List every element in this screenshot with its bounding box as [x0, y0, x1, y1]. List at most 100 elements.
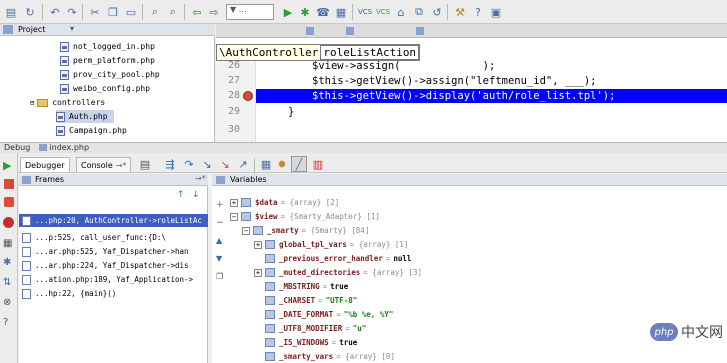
tree-file-prov-city-pool[interactable]: prov_city_pool.php — [60, 68, 160, 81]
resume-icon[interactable]: ▶ — [3, 159, 15, 172]
cut-icon[interactable]: ✂ — [87, 4, 103, 20]
breadcrumb-class[interactable]: \AuthController — [217, 46, 320, 59]
revert-icon[interactable]: ↺ — [429, 4, 445, 20]
vcs-commit-icon[interactable]: VCS — [375, 4, 391, 20]
expand-icon[interactable]: + — [230, 198, 238, 207]
evaluate-icon[interactable]: ▦ — [258, 156, 274, 172]
collapse-icon[interactable]: − — [230, 212, 238, 221]
tree-file-not-logged-in[interactable]: not_logged_in.php — [60, 40, 155, 53]
restore-layout-icon[interactable]: ⇅ — [3, 277, 15, 289]
copy-icon[interactable]: ❐ — [105, 4, 121, 20]
breadcrumb-method[interactable]: roleListAction — [320, 45, 420, 60]
tree-file-campaign[interactable]: Campaign.php — [56, 124, 127, 137]
variable-row[interactable]: _UTF8_MODIFIER = "u" — [265, 322, 366, 335]
variable-row[interactable]: + _muted_directories = {array} [3] — [254, 266, 422, 279]
open-icon[interactable]: ▤ — [3, 4, 19, 20]
tab-debugger[interactable]: Debugger — [20, 157, 70, 172]
settings-icon[interactable]: ✱ — [3, 257, 15, 269]
file-tab-icon[interactable] — [306, 27, 314, 35]
copy-icon[interactable]: ❐ — [216, 272, 223, 281]
clear-icon[interactable]: ▥ — [310, 156, 326, 172]
code-line[interactable]: $this->getView()->display('auth/role_lis… — [312, 90, 615, 102]
code-line[interactable]: } — [288, 106, 294, 118]
panel-menu-icon[interactable]: →* — [195, 174, 206, 183]
frame-row[interactable]: ...ation.php:189, Yaf_Application-> — [19, 273, 208, 286]
paste-icon[interactable]: ▭ — [123, 4, 139, 20]
breakpoint-icon[interactable] — [243, 91, 253, 101]
variable-row[interactable]: _DATE_FORMAT = "%b %e, %Y" — [265, 308, 393, 321]
expand-icon[interactable]: + — [254, 268, 262, 277]
dropdown-arrow-icon[interactable]: ▾ — [70, 24, 74, 33]
show-execution-point-icon[interactable]: ⇶ — [162, 156, 178, 172]
variable-row[interactable]: + global_tpl_vars = {array} [1] — [254, 238, 408, 251]
php-file-icon — [38, 144, 47, 151]
frame-row[interactable]: ...php:20, AuthController->roleListAc — [19, 214, 208, 227]
code-editor[interactable]: 26 $view->assign( ); 27 $this->getView()… — [216, 24, 727, 142]
tree-file-weibo-config[interactable]: weibo_config.php — [60, 82, 150, 95]
variable-row[interactable]: _smarty_vars = {array} [0] — [265, 350, 395, 363]
tab-console[interactable]: Console →* — [76, 157, 132, 172]
tree-file-perm-platform[interactable]: perm_platform.php — [60, 54, 155, 67]
variable-row[interactable]: − $view = {Smarty_Adapter} [1] — [230, 210, 380, 223]
frame-row[interactable]: ...p:525, call_user_func:{D:\ — [19, 231, 208, 244]
coverage-icon[interactable]: ▦ — [333, 4, 349, 20]
sync-icon[interactable]: ↻ — [22, 4, 38, 20]
settings-icon[interactable]: ⚒ — [452, 4, 468, 20]
variable-row[interactable]: _CHARSET = "UTF-8" — [265, 294, 357, 307]
tree-folder-controllers[interactable]: ⊟ controllers — [30, 96, 105, 109]
code-line[interactable]: $view->assign( ); — [312, 60, 495, 72]
frame-row[interactable]: ...hp:22, {main}() — [19, 287, 208, 300]
file-tab-icon[interactable] — [416, 27, 424, 35]
layout-icon[interactable]: ▤ — [137, 156, 153, 172]
debug-icon[interactable]: ✱ — [297, 4, 313, 20]
frame-up-icon[interactable]: ↑ — [177, 190, 185, 200]
collapse-icon[interactable]: ⊟ — [30, 99, 34, 107]
structure-icon[interactable]: ▣ — [488, 4, 504, 20]
back-icon[interactable]: ⇦ — [189, 4, 205, 20]
stop-icon[interactable] — [4, 179, 14, 189]
variable-row[interactable]: − _smarty = {Smarty} [84] — [242, 224, 369, 237]
frame-label: ...ar.php:224, Yaf_Dispatcher->dis — [35, 261, 189, 270]
mute-breakpoints-icon[interactable]: ╱ — [291, 156, 307, 172]
watch-icon[interactable]: ✹ — [274, 156, 290, 172]
php-file-icon — [60, 55, 69, 66]
step-over-icon[interactable]: ↷ — [181, 156, 197, 172]
move-up-icon[interactable]: ▲ — [216, 236, 222, 245]
breakpoints-icon[interactable] — [4, 197, 14, 207]
code-line[interactable]: $this->getView()->assign("leftmenu_id", … — [312, 75, 596, 87]
run-icon[interactable]: ▶ — [280, 4, 296, 20]
replace-icon[interactable]: ⌕ — [165, 4, 181, 20]
remove-watch-icon[interactable]: − — [216, 218, 224, 228]
frame-row[interactable]: ...ar.php:224, Yaf_Dispatcher->dis — [19, 259, 208, 272]
vcs-compare-icon[interactable]: ⌂ — [393, 4, 409, 20]
variable-row[interactable]: _previous_error_handler = null — [265, 252, 411, 265]
undo-icon[interactable]: ↶ — [47, 4, 63, 20]
variable-icon — [253, 226, 263, 235]
tree-file-auth[interactable]: Auth.php — [56, 110, 114, 123]
force-step-into-icon[interactable]: ↘ — [217, 156, 233, 172]
pin-icon[interactable]: ⊗ — [3, 297, 15, 309]
vcs-update-icon[interactable]: VCS — [357, 4, 373, 20]
help-icon[interactable]: ? — [3, 317, 15, 329]
variable-row[interactable]: _IS_WINDOWS = true — [265, 336, 357, 349]
print-icon[interactable]: ▦ — [3, 238, 15, 250]
forward-icon[interactable]: ⇨ — [206, 4, 222, 20]
move-down-icon[interactable]: ▼ — [216, 254, 222, 263]
add-watch-icon[interactable]: + — [216, 200, 224, 210]
listen-icon[interactable]: ☎ — [315, 4, 331, 20]
frame-down-icon[interactable]: ↓ — [192, 190, 200, 200]
view-breakpoints-icon[interactable] — [3, 217, 14, 228]
step-into-icon[interactable]: ↘ — [199, 156, 215, 172]
collapse-icon[interactable]: − — [242, 226, 250, 235]
variable-row[interactable]: _MBSTRING = true — [265, 280, 348, 293]
variable-row[interactable]: + $data = {array} [2] — [230, 196, 339, 209]
find-icon[interactable]: ⌕ — [147, 4, 163, 20]
run-configuration-select[interactable]: ▼ … — [226, 4, 274, 20]
redo-icon[interactable]: ↷ — [64, 4, 80, 20]
help-icon[interactable]: ? — [470, 4, 486, 20]
history-icon[interactable]: ⧉ — [411, 4, 427, 20]
file-tab-icon[interactable] — [346, 27, 354, 35]
frame-row[interactable]: ...ar.php:525, Yaf_Dispatcher->han — [19, 245, 208, 258]
step-out-icon[interactable]: ↗ — [235, 156, 251, 172]
expand-icon[interactable]: + — [254, 240, 262, 249]
